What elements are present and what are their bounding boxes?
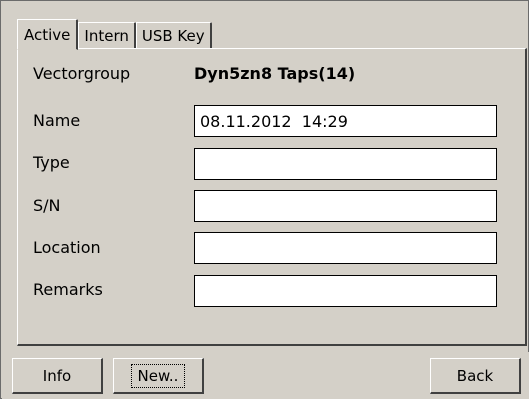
- new-button-label: New..: [130, 363, 186, 388]
- vectorgroup-label: Vectorgroup: [33, 64, 131, 83]
- sn-input[interactable]: [200, 196, 491, 216]
- remarks-field[interactable]: [194, 275, 497, 307]
- back-button-label: Back: [456, 366, 494, 385]
- tab-usb-key[interactable]: USB Key: [135, 22, 212, 49]
- name-label: Name: [33, 111, 81, 130]
- sn-field[interactable]: [194, 190, 497, 222]
- sn-label: S/N: [33, 196, 61, 215]
- type-input[interactable]: [200, 154, 491, 174]
- location-field[interactable]: [194, 232, 497, 264]
- vectorgroup-value: Dyn5zn8 Taps(14): [194, 64, 356, 83]
- location-label: Location: [33, 238, 101, 257]
- back-button[interactable]: Back: [430, 358, 521, 394]
- tab-active[interactable]: Active: [17, 19, 79, 50]
- tab-bar: Active Intern USB Key: [17, 18, 212, 50]
- info-button[interactable]: Info: [12, 358, 103, 394]
- location-input[interactable]: [200, 238, 491, 258]
- info-button-label: Info: [42, 366, 72, 385]
- tab-intern[interactable]: Intern: [78, 22, 136, 49]
- dialog-window: Active Intern USB Key Vectorgroup Dyn5zn…: [0, 0, 529, 399]
- type-label: Type: [33, 153, 70, 172]
- remarks-label: Remarks: [33, 280, 103, 299]
- button-bar: Info New.. Back: [2, 352, 529, 399]
- remarks-input[interactable]: [200, 281, 491, 301]
- name-input[interactable]: [200, 111, 491, 131]
- new-button[interactable]: New..: [113, 358, 204, 394]
- type-field[interactable]: [194, 148, 497, 180]
- name-field[interactable]: [194, 105, 497, 137]
